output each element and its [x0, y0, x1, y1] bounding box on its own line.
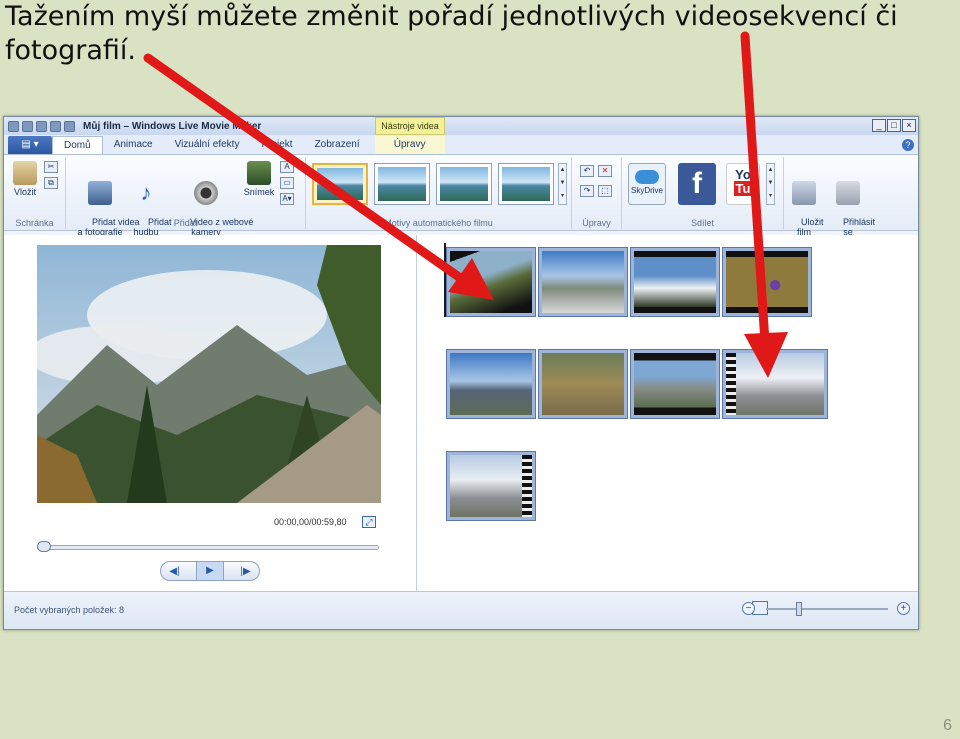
- title-icon[interactable]: A: [280, 161, 294, 173]
- previous-frame-icon[interactable]: ◀|: [169, 566, 179, 577]
- themes-scroll[interactable]: ▲ ▼ ▾: [558, 163, 567, 205]
- zoom-thumb[interactable]: [796, 602, 802, 616]
- snapshot-button[interactable]: Snímek: [242, 161, 276, 197]
- autotheme-2[interactable]: [374, 163, 430, 205]
- rotate-right-icon[interactable]: ↷: [580, 185, 594, 197]
- movie-maker-window: Můj film – Windows Live Movie Maker Nást…: [3, 116, 919, 630]
- undo-icon[interactable]: [36, 120, 47, 132]
- remove-icon[interactable]: ✕: [598, 165, 612, 177]
- video-preview[interactable]: [37, 245, 381, 503]
- zoom-out-icon[interactable]: −: [742, 602, 755, 615]
- quick-access-toolbar: [8, 120, 75, 132]
- group-clipboard: Vložit ✂ ⧉ Schránka: [4, 157, 66, 229]
- skydrive-icon: [635, 170, 659, 184]
- tab-visual-effects[interactable]: Vizuální efekty: [164, 136, 251, 154]
- context-tab-video-tools: Nástroje videa: [375, 117, 445, 135]
- mountain-photo: [37, 245, 381, 503]
- tab-project[interactable]: Projekt: [250, 136, 303, 154]
- user-icon: [836, 181, 860, 205]
- group-add: Přidat videa a fotografie ♪ Přidat hudbu…: [66, 157, 306, 237]
- page-number: 6: [943, 717, 952, 734]
- ribbon-tabs: ▤ ▾ Domů Animace Vizuální efekty Projekt…: [4, 135, 918, 155]
- group-label-autothemes: Motivy automatického filmu: [384, 218, 493, 228]
- title-bar: Můj film – Windows Live Movie Maker Nást…: [4, 117, 918, 135]
- pane-divider[interactable]: [416, 235, 417, 593]
- share-scroll[interactable]: ▲ ▼ ▾: [766, 163, 775, 205]
- selected-items-count: Počet vybraných položek: 8: [14, 605, 125, 615]
- group-label-add: Přidat: [173, 218, 198, 228]
- group-share: SkyDrive f Yo Tu ▲ ▼ ▾ Sdílet: [622, 157, 784, 229]
- slide-title: Tažením myší můžete změnit pořadí jednot…: [5, 1, 898, 66]
- group-label-share: Sdílet: [690, 218, 714, 228]
- close-button[interactable]: ×: [902, 119, 916, 132]
- storyboard-clip[interactable]: [446, 451, 536, 521]
- redo-icon[interactable]: [50, 120, 61, 132]
- workspace: 00:00,00/00:59,80 ⤢ ◀| ▶ |▶: [4, 235, 918, 593]
- fullscreen-icon[interactable]: ⤢: [362, 516, 376, 528]
- seek-bar[interactable]: [37, 545, 379, 550]
- snapshot-icon: [247, 161, 271, 185]
- clipboard-icon: [13, 161, 37, 185]
- film-photo-icon: [88, 181, 112, 205]
- tab-animations[interactable]: Animace: [103, 136, 164, 154]
- zoom-in-icon[interactable]: +: [897, 602, 910, 615]
- tab-view[interactable]: Zobrazení: [304, 136, 371, 154]
- cut-icon[interactable]: ✂: [44, 161, 58, 173]
- music-note-icon: ♪: [140, 180, 152, 205]
- save-movie-icon: [792, 181, 816, 205]
- webcam-icon: [194, 181, 218, 205]
- playback-controls: ◀| ▶ |▶: [160, 561, 260, 581]
- storyboard-clip[interactable]: [630, 247, 720, 317]
- youtube-icon[interactable]: Yo Tu: [726, 163, 760, 205]
- tab-edit[interactable]: Úpravy: [374, 136, 445, 154]
- zoom-control: − +: [742, 602, 910, 616]
- rotate-left-icon[interactable]: ↶: [580, 165, 594, 177]
- save-icon[interactable]: [22, 120, 33, 132]
- next-frame-icon[interactable]: |▶: [240, 566, 250, 577]
- seek-thumb[interactable]: [37, 541, 51, 552]
- credits-icon[interactable]: A▾: [280, 193, 294, 205]
- storyboard-clip[interactable]: [446, 247, 536, 317]
- ribbon: Vložit ✂ ⧉ Schránka Přidat videa a fotog…: [4, 155, 918, 237]
- status-bar: Počet vybraných položek: 8 − +: [4, 591, 918, 629]
- autotheme-3[interactable]: [436, 163, 492, 205]
- app-icon[interactable]: [8, 120, 19, 132]
- storyboard-clip[interactable]: [538, 349, 628, 419]
- storyboard-clip[interactable]: [446, 349, 536, 419]
- tab-home[interactable]: Domů: [52, 136, 103, 154]
- play-icon[interactable]: ▶: [196, 562, 224, 580]
- select-all-icon[interactable]: ⬚: [598, 185, 612, 197]
- storyboard-clip[interactable]: [722, 349, 828, 419]
- storyboard-clip[interactable]: [722, 247, 812, 317]
- customize-icon[interactable]: [64, 120, 75, 132]
- minimize-button[interactable]: _: [872, 119, 886, 132]
- group-label-edit: Úpravy: [582, 218, 611, 228]
- storyboard-clip[interactable]: [630, 349, 720, 419]
- autotheme-4[interactable]: [498, 163, 554, 205]
- file-menu-button[interactable]: ▤ ▾: [8, 136, 52, 154]
- facebook-icon[interactable]: f: [678, 163, 716, 205]
- storyboard-clip[interactable]: [538, 247, 628, 317]
- autotheme-1[interactable]: [312, 163, 368, 205]
- caption-icon[interactable]: ▭: [280, 177, 294, 189]
- help-icon[interactable]: ?: [902, 139, 914, 151]
- maximize-button[interactable]: □: [887, 119, 901, 132]
- group-label-clipboard: Schránka: [15, 218, 54, 228]
- group-autothemes: ▲ ▼ ▾ Motivy automatického filmu: [306, 157, 572, 229]
- skydrive-button[interactable]: SkyDrive: [628, 163, 666, 205]
- timecode: 00:00,00/00:59,80: [274, 517, 347, 527]
- window-title: Můj film – Windows Live Movie Maker: [83, 120, 262, 132]
- zoom-track[interactable]: [766, 608, 888, 610]
- group-edit: ↶ ✕ ↷ ⬚ Úpravy: [572, 157, 622, 229]
- paste-button[interactable]: Vložit: [10, 161, 40, 197]
- copy-icon[interactable]: ⧉: [44, 177, 58, 189]
